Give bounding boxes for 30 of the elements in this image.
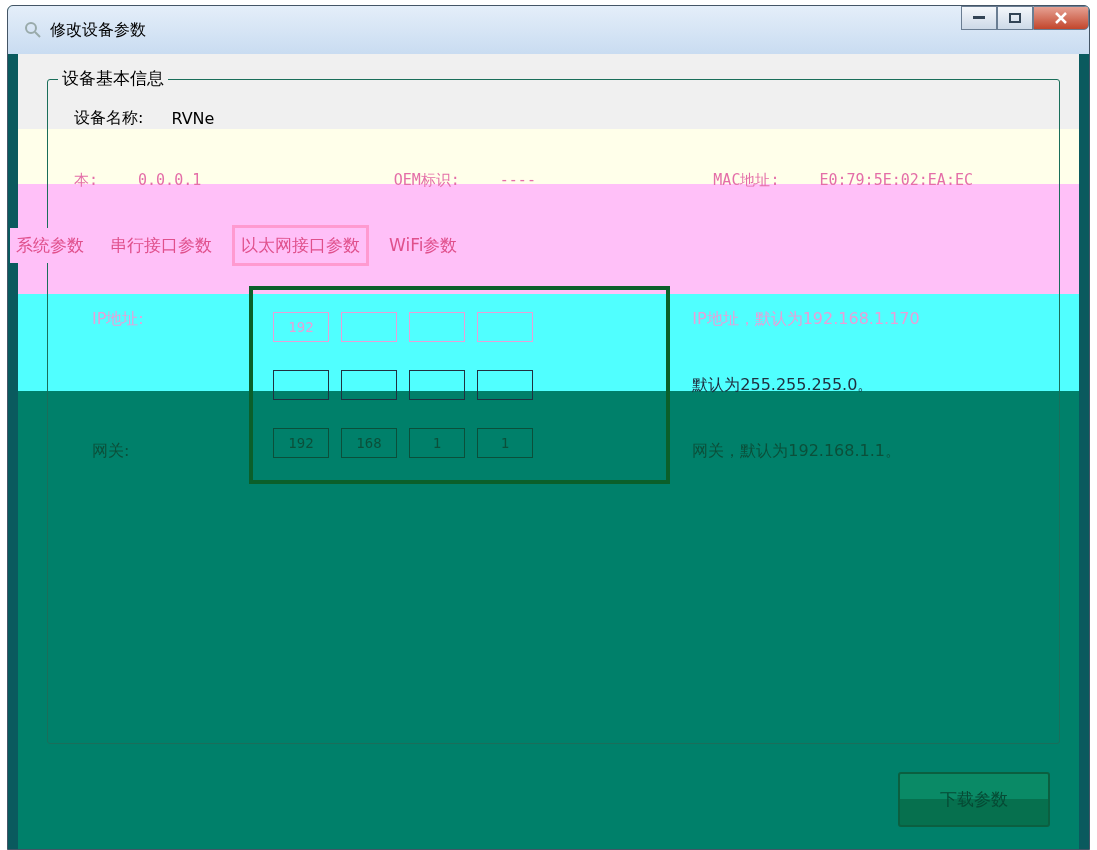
field-value: ----	[499, 171, 536, 189]
ip-octet-field[interactable]	[409, 370, 465, 400]
ip-octet-field[interactable]	[341, 312, 397, 342]
maximize-icon	[1009, 13, 1021, 23]
ip-octet-field[interactable]	[477, 312, 533, 342]
ip-octet-field[interactable]	[273, 370, 329, 400]
field-value: 0.0.0.1	[138, 171, 202, 189]
download-button[interactable]: 下载参数	[898, 772, 1050, 827]
field-label: 设备名称:	[74, 107, 144, 129]
field-label: 本:	[74, 170, 99, 190]
field-label: MAC地址:	[713, 170, 780, 190]
ip-octet-field[interactable]	[341, 370, 397, 400]
hint-text: IP地址，默认为192.168.1.170	[692, 308, 921, 330]
ip-octet-field[interactable]	[477, 370, 533, 400]
magnifier-icon	[24, 21, 42, 39]
minimize-icon	[973, 16, 985, 20]
window-title: 修改设备参数	[50, 19, 146, 41]
group-title: 设备基本信息	[58, 67, 168, 90]
minimize-button[interactable]	[961, 6, 997, 30]
field-value: E0:79:5E:02:EA:EC	[819, 171, 973, 189]
maximize-button[interactable]	[997, 6, 1033, 30]
field-value: RVNe	[171, 108, 215, 128]
tab[interactable]: 以太网接口参数	[232, 224, 369, 266]
field-label: OEM标识:	[393, 170, 460, 190]
ip-octet-field[interactable]: 192	[273, 312, 329, 342]
ip-octet-field[interactable]	[409, 312, 465, 342]
hint-text: 默认为255.255.255.0。	[692, 374, 875, 396]
field-label: IP地址:	[92, 308, 144, 330]
close-icon	[1055, 12, 1067, 24]
close-button[interactable]	[1033, 6, 1089, 30]
